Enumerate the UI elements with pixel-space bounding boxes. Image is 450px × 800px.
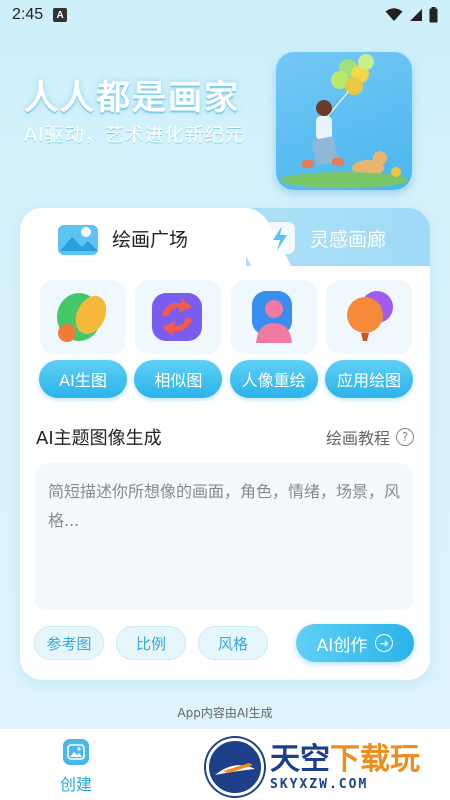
tool-icon-box: [40, 280, 126, 354]
tutorial-link[interactable]: 绘画教程 ?: [326, 425, 414, 449]
nav-create[interactable]: 创建: [48, 739, 104, 795]
watermark-en: SKYXZW.COM: [270, 776, 369, 792]
watermark-cn-part2: 下载玩: [330, 741, 420, 777]
signal-icon: [410, 9, 422, 21]
help-icon: ?: [396, 428, 414, 446]
tool-portrait-redraw-button[interactable]: 人像重绘: [229, 360, 318, 398]
lightning-card-icon: [265, 222, 295, 254]
tool-icon-box: [135, 280, 222, 354]
ai-create-button[interactable]: AI创作 ➜: [296, 624, 414, 662]
tutorial-label: 绘画教程: [325, 429, 390, 448]
battery-icon: [429, 7, 438, 23]
tool-portrait-redraw[interactable]: 人像重绘: [229, 280, 319, 398]
status-bar: 2:45 A: [0, 0, 450, 30]
status-icons: [385, 7, 438, 23]
wifi-icon: [385, 8, 403, 21]
refresh-arrows-icon: [152, 293, 203, 341]
landscape-image-icon: [58, 225, 98, 255]
hero-illustration: [276, 52, 412, 190]
tab-inspiration-gallery-label: 灵感画廊: [310, 228, 387, 251]
tool-similar-image-button[interactable]: 相似图: [134, 360, 223, 398]
balloon-icon: [346, 291, 393, 341]
tool-ai-generate-button[interactable]: AI生图: [39, 360, 127, 398]
prompt-input[interactable]: 简短描述你所想像的画面，角色，情绪，场景，风格...: [34, 463, 414, 611]
tool-ai-generate[interactable]: AI生图: [38, 280, 128, 398]
tool-icon-box: [230, 280, 317, 354]
hero-title: 人人都是画家: [24, 78, 240, 118]
tab-drawing-square[interactable]: 绘画广场: [56, 218, 188, 258]
create-tab-icon: [63, 739, 89, 765]
chip-ratio[interactable]: 比例: [116, 626, 186, 660]
watermark-cn-part1: 天空: [270, 741, 330, 777]
watermark-text: 天空下载玩 SKYXZW.COM: [270, 741, 420, 792]
chip-style[interactable]: 风格: [198, 626, 268, 660]
hero-subtitle: AI驱动，艺术进化新纪元: [24, 124, 245, 146]
main-card: 绘画广场 灵感画廊 AI生图 相似图 人像重绘 应用绘图 AI主题图像生成 绘画…: [20, 208, 430, 680]
arrow-right-icon: ➜: [375, 634, 394, 652]
tab-inspiration-gallery[interactable]: 灵感画廊: [262, 218, 386, 258]
tool-app-drawing[interactable]: 应用绘图: [324, 280, 414, 398]
section-header: AI主题图像生成 绘画教程 ?: [36, 424, 414, 450]
watermark-plane-icon: [206, 738, 264, 796]
tab-drawing-square-label: 绘画广场: [112, 228, 189, 251]
brush-palette-icon: [57, 293, 107, 342]
status-time: 2:45: [12, 6, 44, 23]
watermark-logo: 天空下载玩 SKYXZW.COM: [206, 736, 446, 798]
watermark-cn: 天空下载玩: [270, 741, 420, 777]
tool-similar-image[interactable]: 相似图: [133, 280, 223, 398]
chip-reference-image[interactable]: 参考图: [34, 626, 104, 660]
person-icon: [251, 291, 292, 343]
section-title: AI主题图像生成: [36, 428, 162, 449]
tool-icon-box: [325, 280, 412, 354]
ai-disclaimer: App内容由AI生成: [177, 706, 273, 720]
nav-create-label: 创建: [59, 775, 92, 794]
tool-grid: AI生图 相似图 人像重绘 应用绘图: [38, 280, 414, 398]
option-chips: 参考图 比例 风格: [34, 626, 268, 660]
tool-app-drawing-button[interactable]: 应用绘图: [324, 360, 413, 398]
ai-create-label: AI创作: [316, 635, 368, 656]
notification-a-icon: A: [53, 8, 68, 22]
